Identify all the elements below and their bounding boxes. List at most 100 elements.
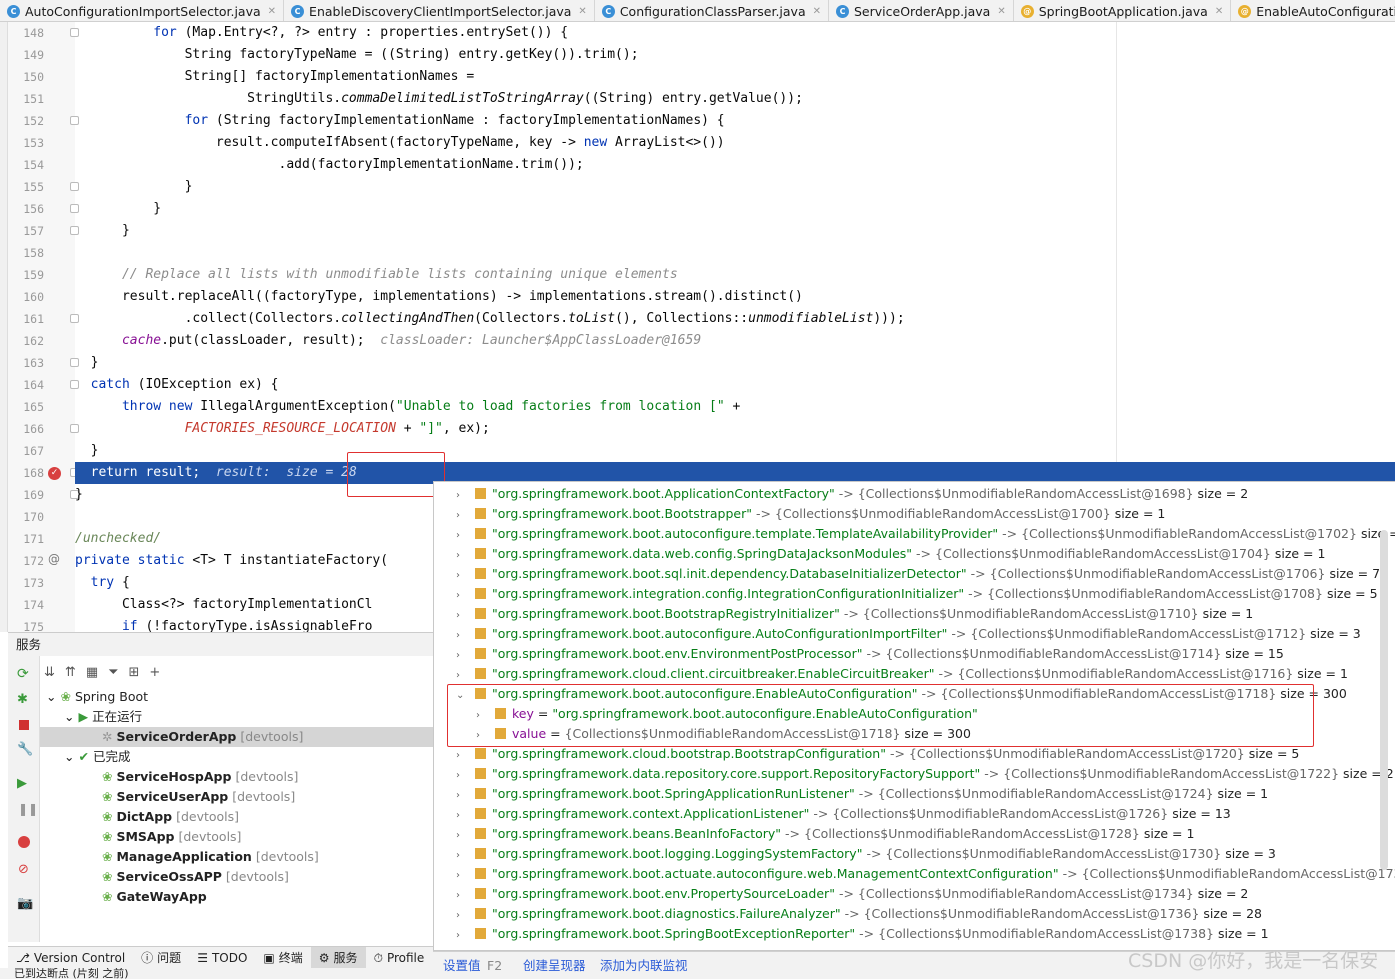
variable-row[interactable]: › "org.springframework.boot.SpringApplica… [456,784,1268,804]
variable-row[interactable]: › "org.springframework.cloud.bootstrap.Bo… [456,744,1299,764]
close-icon[interactable]: ✕ [813,6,821,17]
tree-node-spring-boot[interactable]: ⌄ ❀ Spring Boot [40,687,433,707]
variable-row[interactable]: › "org.springframework.data.repository.co… [456,764,1394,784]
map-entry-icon [475,608,486,619]
bottom-tab[interactable]: ⚙ 服务 [310,947,366,968]
variable-row[interactable]: › "org.springframework.boot.Bootstrapper"… [456,504,1165,524]
override-marker-icon[interactable]: @ [48,552,60,566]
editor-tab[interactable]: @ SpringBootApplication.java ✕ [1014,0,1232,21]
code-line: // Replace all lists with unmodifiable l… [121,267,678,282]
close-icon[interactable]: ✕ [578,6,586,17]
variable-row[interactable]: › "org.springframework.context.Applicatio… [456,804,1231,824]
editor-tab[interactable]: @EnableAutoConfiguration.java✕ [1231,0,1395,21]
variable-row[interactable]: › "org.springframework.boot.autoconfigure… [456,624,1361,644]
close-icon[interactable]: ✕ [268,6,276,17]
variable-row[interactable]: › "org.springframework.boot.BootstrapRegi… [456,604,1253,624]
annotation-box [447,684,1314,747]
variable-row[interactable]: › "org.springframework.boot.diagnostics.F… [456,904,1262,924]
bottom-tab[interactable]: ☰ TODO [189,947,255,968]
layout-icon[interactable]: ⊞ [129,665,140,680]
line-number: 161 [23,312,44,326]
tree-node-finished-app[interactable]: ❀ SMSApp [devtools] [40,827,433,847]
editor-tab[interactable]: C EnableDiscoveryClientImportSelector.jav… [284,0,595,21]
tree-node-finished-app[interactable]: ❀ ServiceHospApp [devtools] [40,767,433,787]
line-number: 165 [23,400,44,414]
map-entry-icon [475,888,486,899]
tree-node-finished-app[interactable]: ❀ ServiceUserApp [devtools] [40,787,433,807]
stop-icon[interactable] [19,720,29,730]
bottom-tab[interactable]: ⎇ Version Control [8,947,133,968]
chevron-right-icon: › [456,930,460,941]
create-renderer-link[interactable]: 创建呈现器 [523,952,586,980]
collapse-all-icon[interactable]: ⇈ [65,665,76,680]
bottom-tab[interactable]: ⓘ 问题 [133,947,189,968]
resume-icon[interactable]: ▶ [17,776,27,791]
editor-tab-label: AutoConfigurationImportSelector.java [25,3,261,19]
line-number: 172 [23,554,44,568]
add-inline-watch-link[interactable]: 添加为内联监视 [600,952,688,980]
entry-size: size = 3 [1225,846,1276,861]
filter-icon[interactable]: ⏷ [108,665,118,680]
entry-object: {Collections$UnmodifiableRandomAccessLis… [1021,526,1357,541]
entry-object: {Collections$UnmodifiableRandomAccessLis… [989,566,1326,581]
tree-node-finished[interactable]: ⌄ ✔ 已完成 [40,747,433,767]
pause-icon[interactable]: ❚❚ [18,802,38,816]
line-number: 152 [23,114,44,128]
set-value-shortcut: F2 [487,958,503,973]
variable-row[interactable]: › "org.springframework.cloud.client.circu… [456,664,1348,684]
variable-row[interactable]: › "org.springframework.boot.ApplicationCo… [456,484,1248,504]
map-entry-icon [475,588,486,599]
spring-app-icon: ❀ [102,769,113,784]
entry-size: size = 13 [1172,806,1231,821]
editor-tab[interactable]: C AutoConfigurationImportSelector.java ✕ [0,0,285,21]
variable-row[interactable]: › "org.springframework.data.web.config.Sp… [456,544,1325,564]
app-tag: [devtools] [225,869,289,884]
breakpoint-icon[interactable] [18,836,30,848]
close-icon[interactable]: ✕ [997,6,1005,17]
entry-object: {Collections$UnmodifiableRandomAccessLis… [1081,866,1395,881]
breakpoint-check-icon[interactable]: ✓ [48,467,61,480]
variable-row[interactable]: › "org.springframework.integration.config… [456,584,1378,604]
editor-tab-label: SpringBootApplication.java [1038,3,1208,19]
mute-breakpoints-icon[interactable]: ⊘ [18,862,29,877]
bottom-tab[interactable]: ▣ 终端 [255,947,310,968]
set-value-link[interactable]: 设置值 [443,952,481,980]
bottom-tab[interactable]: ⏱ Profile [366,947,433,968]
variable-row[interactable]: › "org.springframework.boot.autoconfigure… [456,524,1395,544]
tree-node-finished-app[interactable]: ❀ ManageApplication [devtools] [40,847,433,867]
rerun-icon[interactable]: ⟳ [17,666,29,682]
variable-row[interactable]: › "org.springframework.boot.logging.Loggi… [456,844,1276,864]
tree-node-running[interactable]: ⌄ ▶ 正在运行 [40,707,433,727]
editor-tab[interactable]: C ConfigurationClassParser.java ✕ [595,0,829,21]
variable-row[interactable]: › "org.springframework.boot.env.Environme… [456,644,1284,664]
line-number: 155 [23,180,44,194]
chevron-right-icon: › [456,530,460,541]
tree-node-finished-app[interactable]: ❀ ServiceOssAPP [devtools] [40,867,433,887]
group-icon[interactable]: ▦ [86,665,98,680]
editor-tab-bar: C AutoConfigurationImportSelector.java ✕ C E… [0,0,1395,22]
wrench-icon[interactable]: 🔧 [17,742,33,757]
chevron-right-icon: › [456,510,460,521]
variable-row[interactable]: › "org.springframework.boot.SpringBootExc… [456,924,1269,944]
tree-node-running-app[interactable]: ✲ ServiceOrderApp [devtools] [40,727,433,747]
add-icon[interactable]: + [149,665,160,680]
map-entry-icon [475,648,486,659]
tree-node-finished-app[interactable]: ❀ DictApp [devtools] [40,807,433,827]
vertical-scrollbar[interactable] [1380,530,1388,870]
camera-icon[interactable]: 📷 [17,896,33,911]
variable-row[interactable]: › "org.springframework.boot.sql.init.depe… [456,564,1380,584]
line-number: 151 [23,92,44,106]
chevron-right-icon: › [456,550,460,561]
expand-all-icon[interactable]: ⇊ [44,665,55,680]
close-icon[interactable]: ✕ [1215,6,1223,17]
variable-row[interactable]: › "org.springframework.boot.actuate.autoc… [456,864,1395,884]
editor-tab[interactable]: C ServiceOrderApp.java ✕ [829,0,1014,21]
map-entry-icon [475,748,486,759]
entry-size: size = 1 [1217,786,1269,801]
line-number: 153 [23,136,44,150]
debug-icon[interactable]: ✱ [17,692,28,707]
variable-row[interactable]: › "org.springframework.boot.env.PropertyS… [456,884,1248,904]
tree-node-finished-app[interactable]: ❀ GateWayApp [40,887,433,907]
variable-row[interactable]: › "org.springframework.beans.BeanInfoFact… [456,824,1194,844]
line-number: 158 [23,246,44,260]
